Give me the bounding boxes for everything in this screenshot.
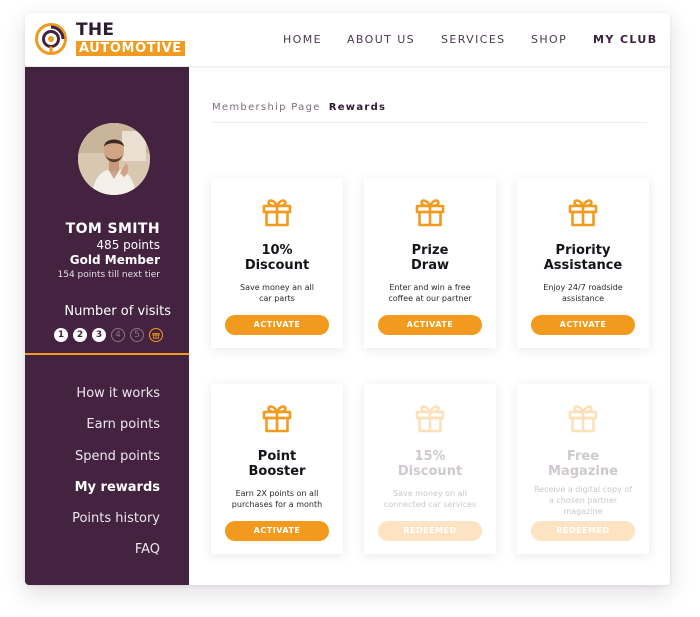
- profile-tier: Gold Member: [69, 253, 160, 267]
- top-header: THE AUTOMOTIVE HOME ABOUT US SERVICES SH…: [25, 13, 670, 67]
- gift-icon: [262, 199, 292, 227]
- reward-title: Prize Draw: [368, 243, 492, 273]
- reward-description: Enter and win a free coffee at our partn…: [374, 282, 486, 304]
- nav-services[interactable]: SERVICES: [441, 33, 506, 46]
- sidebar-divider: [25, 353, 189, 355]
- brand-logo-icon[interactable]: [35, 23, 67, 55]
- reward-title: 10% Discount: [215, 243, 339, 273]
- breadcrumb: Membership Page Rewards: [212, 102, 386, 113]
- reward-desc-line2: car parts: [259, 294, 295, 303]
- visit-dot-5: 5: [130, 328, 144, 342]
- reward-title-line1: 15%: [414, 449, 446, 464]
- visit-dot-2: 2: [73, 328, 87, 342]
- reward-title: Point Booster: [215, 449, 339, 479]
- gift-icon: [415, 405, 445, 433]
- reward-title-line1: Point: [257, 449, 297, 464]
- reward-desc-line2: purchases for a month: [231, 500, 323, 509]
- nav-my-club[interactable]: MY CLUB: [593, 33, 658, 46]
- profile-next-tier: 154 points till next tier: [57, 270, 161, 280]
- gift-icon: [568, 405, 598, 433]
- visit-dot-3: 3: [92, 328, 106, 342]
- reward-title: 15% Discount: [368, 449, 492, 479]
- reward-title: Priority Assistance: [521, 243, 645, 273]
- sidebar-menu: How it works Earn points Spend points My…: [72, 385, 160, 573]
- reward-card-15-discount: 15% Discount Save money on all connected…: [364, 384, 496, 554]
- reward-card-free-magazine: Free Magazine Receive a digital copy of …: [517, 384, 649, 554]
- sidebar-item-faq[interactable]: FAQ: [72, 541, 160, 572]
- brand-name-line1: THE: [76, 20, 115, 40]
- reward-card-prize-draw: Prize Draw Enter and win a free coffee a…: [364, 178, 496, 348]
- reward-desc-line1: Save money on all: [393, 489, 467, 498]
- reward-desc-line1: Enter and win a free: [389, 283, 471, 292]
- reward-title-line1: Prize: [411, 243, 449, 258]
- sidebar: TOM SMITH 485 points Gold Member 154 poi…: [25, 66, 189, 585]
- reward-desc-line1: Enjoy 24/7 roadside: [543, 283, 623, 292]
- gift-icon: [262, 405, 292, 433]
- app-window: THE AUTOMOTIVE HOME ABOUT US SERVICES SH…: [25, 13, 670, 585]
- activate-button[interactable]: ACTIVATE: [531, 315, 635, 335]
- reward-desc-line2: a chosen partner: [548, 496, 618, 505]
- sidebar-item-earn-points[interactable]: Earn points: [72, 416, 160, 447]
- activate-button[interactable]: ACTIVATE: [225, 315, 329, 335]
- profile-name: TOM SMITH: [65, 221, 160, 237]
- gift-icon: [415, 199, 445, 227]
- sidebar-item-my-rewards[interactable]: My rewards: [72, 479, 160, 510]
- visits-label: Number of visits: [64, 304, 171, 319]
- reward-card-10-discount: 10% Discount Save money an all car parts…: [211, 178, 343, 348]
- reward-title: Free Magazine: [521, 449, 645, 479]
- reward-title-line2: Assistance: [543, 258, 623, 273]
- reward-title-line2: Draw: [411, 258, 449, 273]
- visit-reward-gift-icon: [149, 328, 163, 342]
- reward-desc-line2: assistance: [561, 294, 605, 303]
- reward-card-priority-assistance: Priority Assistance Enjoy 24/7 roadside …: [517, 178, 649, 348]
- gift-icon: [568, 199, 598, 227]
- reward-card-point-booster: Point Booster Earn 2X points on all purc…: [211, 384, 343, 554]
- reward-description: Save money an all car parts: [221, 282, 333, 304]
- visit-dot-1: 1: [54, 328, 68, 342]
- breadcrumb-current: Rewards: [328, 102, 387, 113]
- reward-title-line2: Booster: [248, 464, 306, 479]
- activate-button[interactable]: ACTIVATE: [225, 521, 329, 541]
- sidebar-item-spend-points[interactable]: Spend points: [72, 448, 160, 479]
- reward-desc-line3: magazine: [563, 507, 603, 516]
- reward-title-line2: Discount: [397, 464, 463, 479]
- reward-description: Enjoy 24/7 roadside assistance: [527, 282, 639, 304]
- brand-name-line2: AUTOMOTIVE: [76, 41, 185, 56]
- reward-title-line2: Discount: [244, 258, 310, 273]
- reward-desc-line1: Save money an all: [240, 283, 314, 292]
- reward-title-line1: Free: [566, 449, 600, 464]
- sidebar-item-how-it-works[interactable]: How it works: [72, 385, 160, 416]
- reward-description: Receive a digital copy of a chosen partn…: [527, 484, 639, 517]
- reward-title-line1: Priority: [555, 243, 611, 258]
- profile-points: 485 points: [96, 238, 160, 252]
- avatar: [78, 123, 150, 195]
- breadcrumb-parent[interactable]: Membership Page: [212, 102, 321, 113]
- nav-about-us[interactable]: ABOUT US: [347, 33, 415, 46]
- reward-title-line1: 10%: [261, 243, 293, 258]
- activate-button[interactable]: ACTIVATE: [378, 315, 482, 335]
- sidebar-item-points-history[interactable]: Points history: [72, 510, 160, 541]
- brand-wordmark[interactable]: THE AUTOMOTIVE: [76, 22, 185, 56]
- reward-desc-line1: Earn 2X points on all: [235, 489, 319, 498]
- reward-description: Earn 2X points on all purchases for a mo…: [221, 488, 333, 510]
- reward-desc-line2: connected car services: [383, 500, 477, 509]
- reward-desc-line1: Receive a digital copy of: [533, 485, 633, 494]
- redeemed-button: REDEEMED: [378, 521, 482, 541]
- breadcrumb-divider: [212, 122, 647, 123]
- reward-desc-line2: coffee at our partner: [388, 294, 472, 303]
- visit-dot-4: 4: [111, 328, 125, 342]
- reward-title-line2: Magazine: [548, 464, 618, 479]
- nav-shop[interactable]: SHOP: [531, 33, 567, 46]
- visits-tracker: 1 2 3 4 5: [54, 328, 163, 342]
- redeemed-button: REDEEMED: [531, 521, 635, 541]
- nav-home[interactable]: HOME: [283, 33, 322, 46]
- reward-description: Save money on all connected car services: [374, 488, 486, 510]
